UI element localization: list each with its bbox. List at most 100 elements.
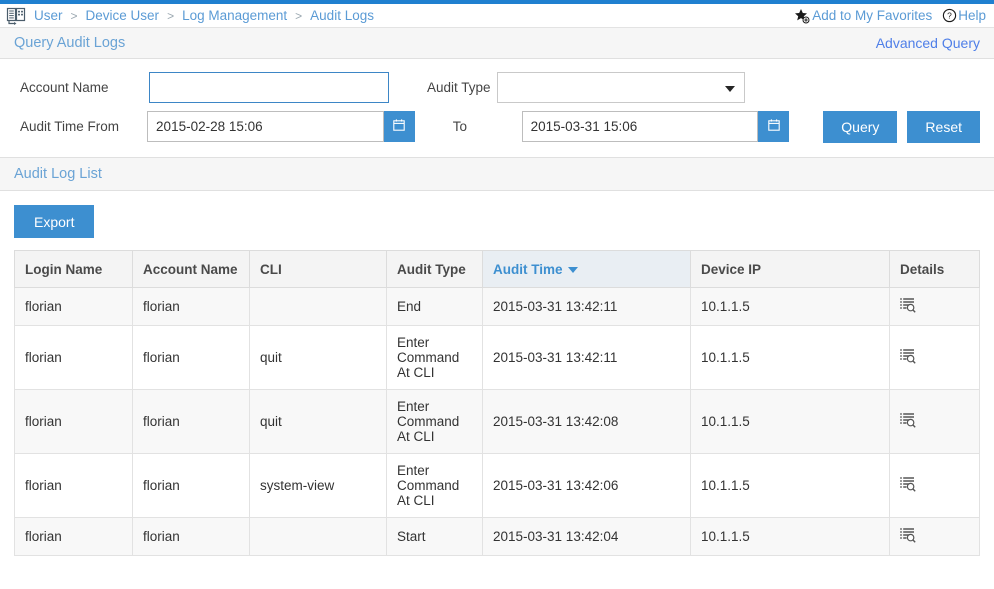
cell-account-name-link[interactable]: florian [133,326,250,390]
breadcrumb-item-device-user[interactable]: Device User [86,8,160,23]
audit-type-select[interactable] [497,72,745,103]
details-view-icon[interactable] [900,527,916,543]
query-button[interactable]: Query [823,111,897,143]
cell-cli: system-view [250,454,387,518]
cell-account-name-link[interactable]: florian [133,288,250,326]
cell-audit-type: Start [387,518,483,556]
chevron-down-icon [725,86,735,92]
cell-account-name-link[interactable]: florian [133,390,250,454]
advanced-query-link[interactable]: Advanced Query [876,35,980,51]
breadcrumb-item-user[interactable]: User [34,8,63,23]
table-row: florianflorianquitEnter Command At CLI20… [15,390,980,454]
cell-cli [250,518,387,556]
cell-audit-time: 2015-03-31 13:42:08 [483,390,691,454]
cell-audit-type: Enter Command At CLI [387,454,483,518]
breadcrumb-separator: > [71,9,78,23]
cell-audit-time: 2015-03-31 13:42:11 [483,288,691,326]
cell-device-ip: 10.1.1.5 [691,288,890,326]
query-section-title: Query Audit Logs [14,35,876,51]
svg-text:?: ? [947,11,952,21]
cell-device-ip: 10.1.1.5 [691,390,890,454]
cell-cli [250,288,387,326]
calendar-picker-to-button[interactable] [758,111,789,142]
query-section-header: Query Audit Logs Advanced Query [0,28,994,59]
column-header-audit-time[interactable]: Audit Time [483,251,691,288]
audit-type-label: Audit Type [389,80,497,95]
table-body: florianflorianEnd2015-03-31 13:42:1110.1… [15,288,980,556]
star-add-icon [794,8,810,24]
details-view-icon[interactable] [900,412,916,428]
list-section-title: Audit Log List [14,166,102,182]
details-view-icon[interactable] [900,297,916,313]
breadcrumb-bar: User > Device User > Log Management > Au… [0,4,994,28]
reset-button[interactable]: Reset [907,111,980,143]
help-button[interactable]: ? Help [942,8,986,23]
column-header-device-ip[interactable]: Device IP [691,251,890,288]
column-header-account-name[interactable]: Account Name [133,251,250,288]
cell-account-name-link[interactable]: florian [133,518,250,556]
add-to-favorites-label: Add to My Favorites [812,8,932,23]
list-section-header: Audit Log List [0,158,994,191]
table-header-row: Login Name Account Name CLI Audit Type A… [15,251,980,288]
breadcrumb-separator: > [295,9,302,23]
details-view-icon[interactable] [900,348,916,364]
cell-details[interactable] [890,454,980,518]
cell-login-name: florian [15,326,133,390]
cell-audit-type: Enter Command At CLI [387,326,483,390]
table-row: florianfloriansystem-viewEnter Command A… [15,454,980,518]
cell-login-name: florian [15,390,133,454]
caret-down-icon [568,267,578,273]
cell-cli: quit [250,326,387,390]
audit-time-to-input[interactable] [522,111,759,142]
cell-login-name: florian [15,518,133,556]
cell-details[interactable] [890,326,980,390]
column-header-audit-type[interactable]: Audit Type [387,251,483,288]
form-row-time: Audit Time From To [14,110,980,143]
query-form: Account Name Audit Type Audit Time From … [0,59,994,158]
calendar-icon [393,119,405,134]
audit-time-from-label: Audit Time From [14,119,147,134]
calendar-picker-from-button[interactable] [384,111,415,142]
account-name-input[interactable] [149,72,389,103]
cell-device-ip: 10.1.1.5 [691,518,890,556]
account-name-label: Account Name [14,80,149,95]
audit-log-table: Login Name Account Name CLI Audit Type A… [14,250,980,556]
breadcrumb-item-log-management[interactable]: Log Management [182,8,287,23]
cell-audit-type: End [387,288,483,326]
cell-cli: quit [250,390,387,454]
breadcrumb-separator: > [167,9,174,23]
add-to-favorites-button[interactable]: Add to My Favorites [794,8,932,24]
topbar-actions: Add to My Favorites ? Help [794,8,986,24]
table-header: Login Name Account Name CLI Audit Type A… [15,251,980,288]
calendar-icon [768,119,780,134]
column-header-cli[interactable]: CLI [250,251,387,288]
audit-time-from-input[interactable] [147,111,384,142]
question-circle-icon: ? [942,8,957,23]
cell-device-ip: 10.1.1.5 [691,454,890,518]
cell-audit-time: 2015-03-31 13:42:04 [483,518,691,556]
cell-audit-type: Enter Command At CLI [387,390,483,454]
cell-account-name-link[interactable]: florian [133,454,250,518]
cell-details[interactable] [890,288,980,326]
details-view-icon[interactable] [900,476,916,492]
breadcrumb-item-audit-logs[interactable]: Audit Logs [310,8,374,23]
cell-audit-time: 2015-03-31 13:42:11 [483,326,691,390]
audit-time-to-label: To [415,119,522,134]
column-header-login-name[interactable]: Login Name [15,251,133,288]
export-button[interactable]: Export [14,205,94,238]
form-row-account: Account Name Audit Type [14,71,980,104]
table-row: florianflorianquitEnter Command At CLI20… [15,326,980,390]
cell-login-name: florian [15,454,133,518]
table-row: florianflorian End2015-03-31 13:42:1110.1… [15,288,980,326]
audit-log-list: Export Login Name Account Name CLI Audit… [0,191,994,556]
column-header-audit-time-label: Audit Time [493,262,563,277]
table-row: florianflorian Start2015-03-31 13:42:0410… [15,518,980,556]
page-document-icon [6,7,28,25]
column-header-details[interactable]: Details [890,251,980,288]
help-label: Help [958,8,986,23]
cell-details[interactable] [890,518,980,556]
breadcrumb: User > Device User > Log Management > Au… [6,7,794,25]
cell-device-ip: 10.1.1.5 [691,326,890,390]
cell-details[interactable] [890,390,980,454]
cell-login-name: florian [15,288,133,326]
